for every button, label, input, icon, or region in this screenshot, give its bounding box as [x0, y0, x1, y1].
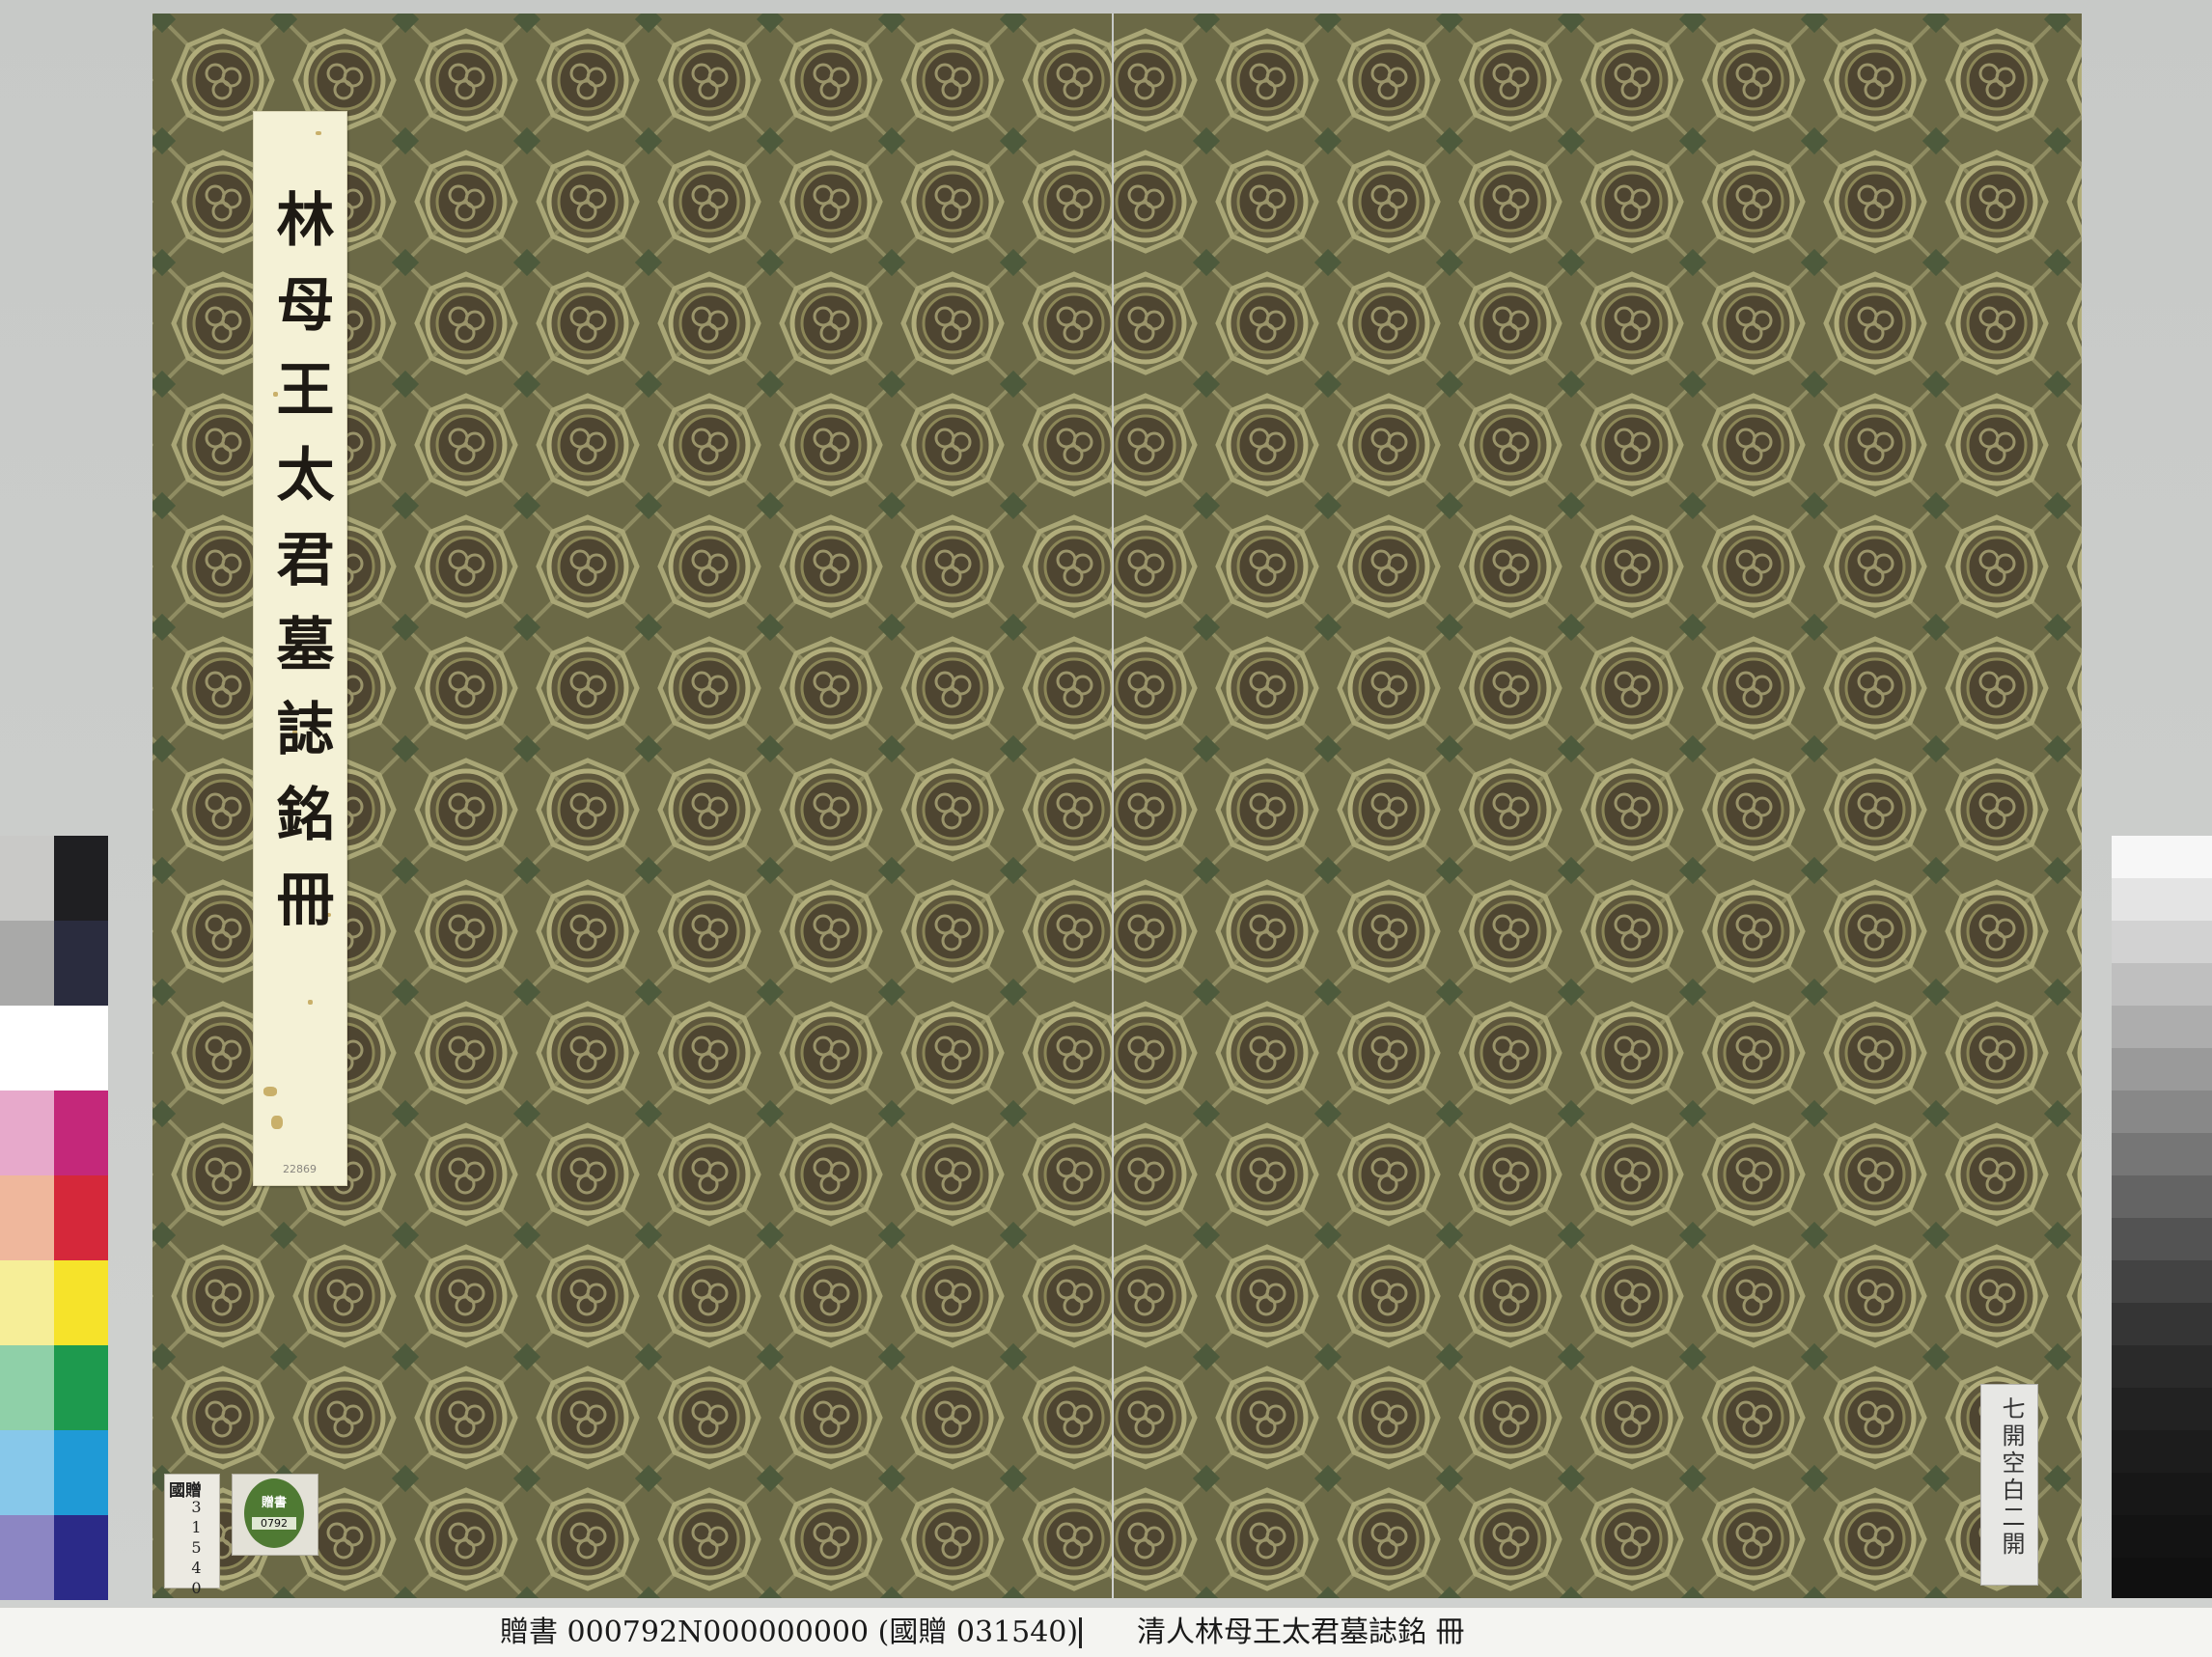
color-checker-strip: [0, 836, 108, 1600]
guo-zeng-label: 國贈 31540: [164, 1474, 220, 1599]
guo-zeng-number: 31540: [187, 1498, 206, 1599]
gold-fleck: [316, 131, 321, 135]
page-count-text: 七開空白二開: [1998, 1396, 2025, 1559]
zeng-shu-seal: 贈書 0792: [244, 1478, 304, 1548]
brocade-pattern: [1114, 14, 2082, 1598]
zeng-shu-sticker: 贈書 0792: [232, 1474, 318, 1556]
caption-title: 清人林母王太君墓誌銘 冊: [1137, 1616, 1465, 1649]
title-slip-text: 林母王太君墓誌銘冊: [266, 189, 334, 953]
zeng-shu-text: 贈書: [261, 1496, 287, 1510]
caption-bar: 贈書 000792N000000000 (國贈 031540) 清人林母王太君墓…: [0, 1607, 2212, 1657]
right-brocade-cover: [1114, 14, 2082, 1598]
gold-fleck: [263, 1087, 277, 1096]
title-slip-mark: 22869: [283, 1163, 317, 1175]
caption-separator: [1079, 1617, 1082, 1648]
scan-image: 林母王太君墓誌銘冊 22869 國贈 31540 贈書 0792 七開空白二開: [0, 0, 2212, 1657]
page-count-label: 七開空白二開: [1980, 1384, 2038, 1586]
greyscale-strip: [2112, 836, 2212, 1598]
title-slip: 林母王太君墓誌銘冊 22869: [253, 111, 347, 1186]
zeng-shu-number: 0792: [252, 1517, 296, 1530]
gold-fleck: [271, 1116, 283, 1129]
caption-identifier: 贈書 000792N000000000 (國贈 031540): [500, 1616, 1079, 1649]
